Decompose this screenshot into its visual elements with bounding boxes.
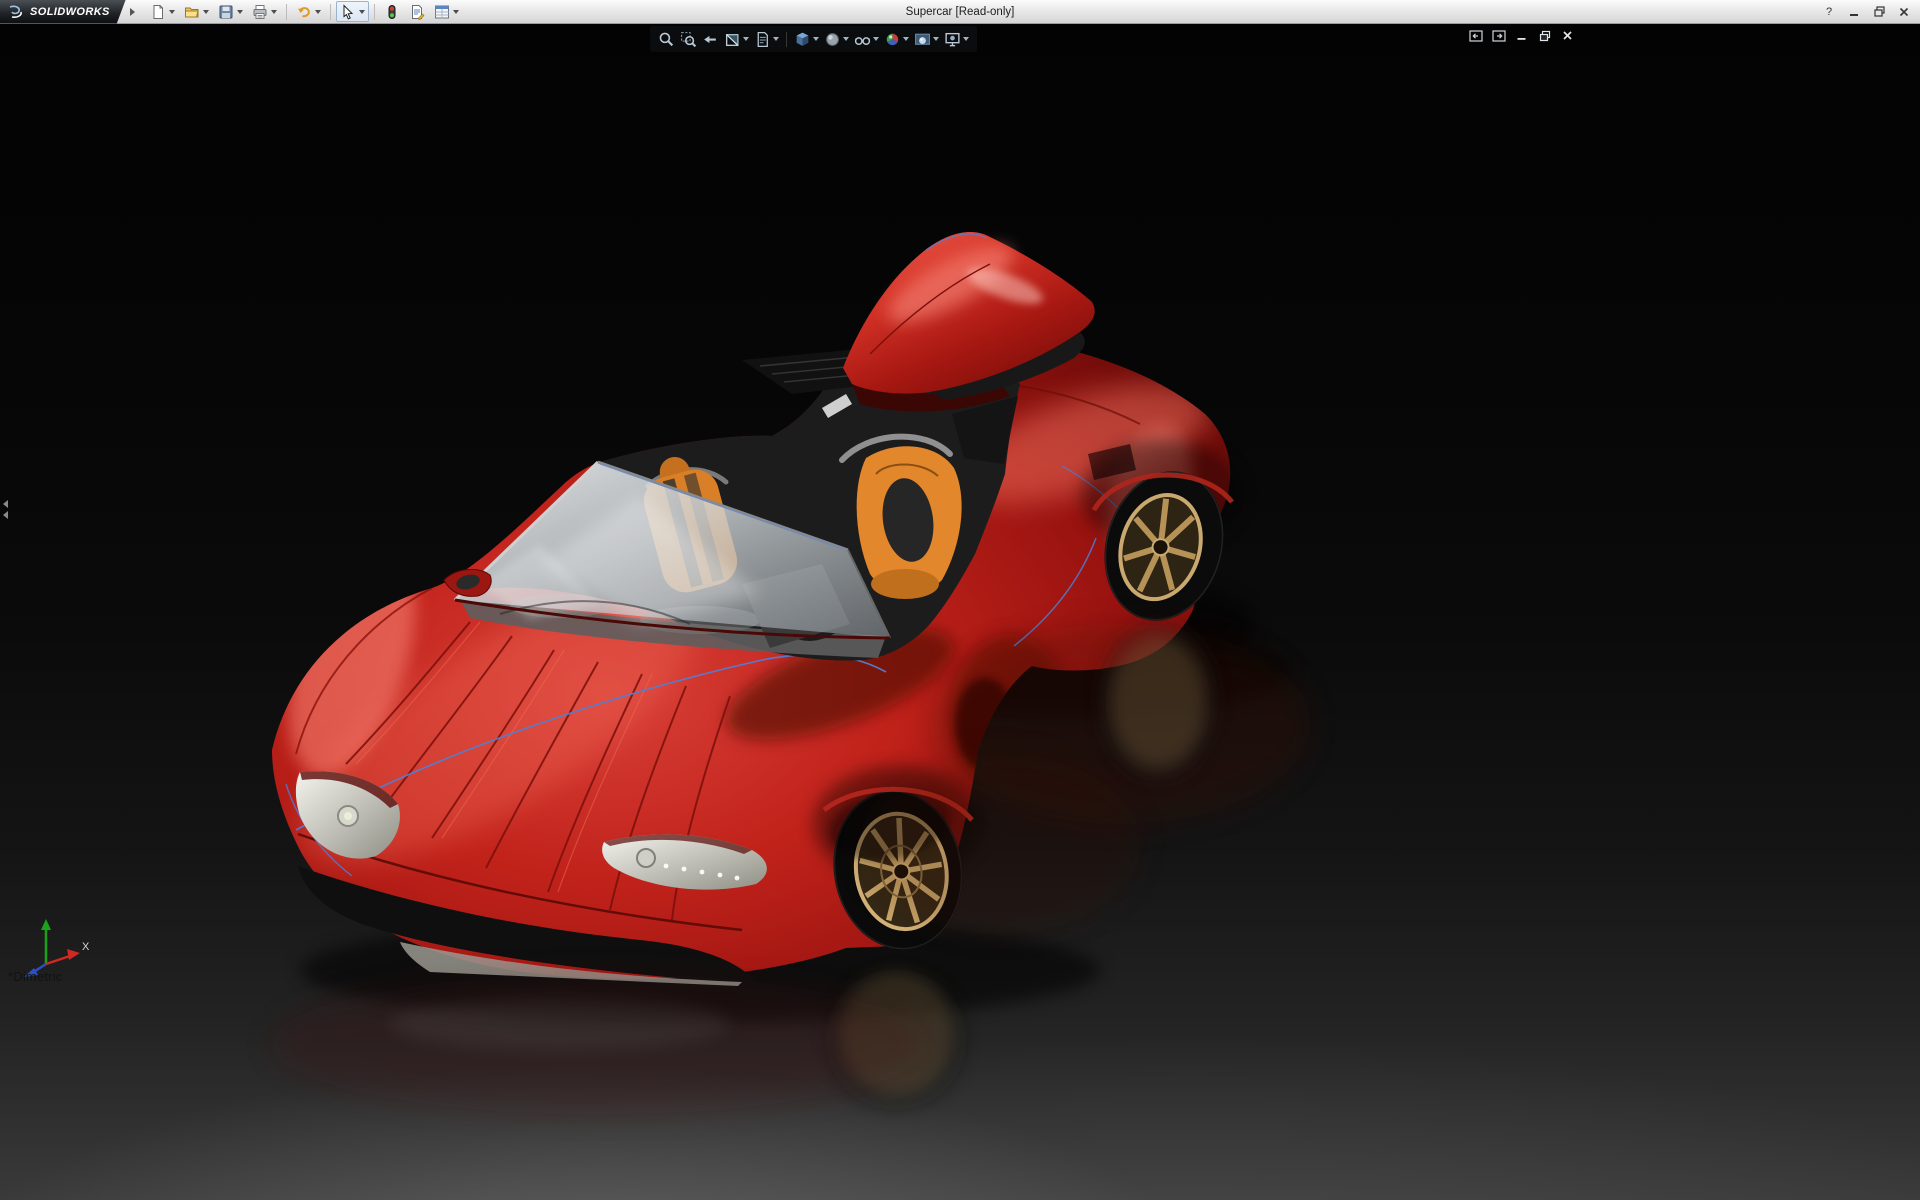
restore-icon [1539,30,1550,41]
apply-scene-button[interactable] [912,28,941,50]
minimize-icon [1850,13,1858,16]
dropdown-arrow-icon [813,37,819,41]
toolbar-separator [373,3,375,20]
dassault-3ds-icon [7,5,25,19]
featuremanager-expand-button[interactable] [0,492,10,526]
hide-show-glasses-icon [854,36,871,45]
previous-view-button[interactable] [700,28,721,50]
restore-icon [1873,6,1885,17]
file-properties-icon [411,4,425,20]
main-toolbar [142,0,463,24]
dropdown-arrow-icon [873,37,879,41]
window-controls: ? [1818,3,1920,21]
apply-scene-icon [915,33,930,45]
dropdown-arrow-icon [314,9,321,14]
window-title: Supercar [Read-only] [905,6,1015,18]
zoom-to-area-button[interactable] [678,28,699,50]
select-button[interactable] [335,1,369,22]
toolbar-separator [786,31,787,47]
dropdown-arrow-icon [452,9,459,14]
dropdown-arrow-icon [358,9,365,14]
graphics-area[interactable]: X *Dimetric [0,24,1920,1200]
open-button[interactable] [180,1,213,22]
dropdown-arrow-icon [202,9,209,14]
minimize-icon [1517,38,1526,40]
solidworks-logo: SOLIDWORKS [0,0,126,24]
toolbar-separator [285,3,287,20]
document-restore-button[interactable] [1535,27,1554,44]
help-button[interactable]: ? [1818,3,1840,21]
brand-text: SOLIDWORKS [30,5,110,18]
orientation-label: *Dimetric [8,969,63,984]
dropdown-arrow-icon [236,9,243,14]
undo-icon [297,6,310,17]
new-document-icon [153,4,163,19]
edit-appearance-button[interactable] [882,28,911,50]
print-icon [253,4,267,19]
close-icon [1563,31,1572,40]
dropdown-arrow-icon [963,37,969,41]
dropdown-arrow-icon [903,37,909,41]
display-style-icon [826,32,839,46]
view-orientation-cube-icon [796,32,809,46]
restore-button[interactable] [1868,3,1890,21]
toolbar-separator [329,3,331,20]
close-button[interactable] [1893,3,1915,21]
display-style-button[interactable] [822,28,851,50]
zoom-to-fit-button[interactable] [656,28,677,50]
annotation-views-button[interactable] [752,28,781,50]
document-close-button[interactable] [1558,27,1577,44]
menu-expand-arrow[interactable] [128,4,138,20]
view-settings-button[interactable] [942,28,971,50]
print-button[interactable] [248,1,281,22]
dropdown-arrow-icon [773,37,779,41]
title-bar: SOLIDWORKS Supercar [Read-only] ? [0,0,1920,24]
headsup-view-toolbar [650,26,977,52]
previous-view-icon [704,35,716,43]
dropdown-arrow-icon [933,37,939,41]
close-icon [1899,7,1909,16]
dropdown-arrow-icon [270,9,277,14]
file-properties-button[interactable] [405,1,429,22]
new-document-button[interactable] [146,1,179,22]
open-folder-icon [184,7,199,17]
previous-document-icon [1468,29,1483,42]
undo-button[interactable] [292,1,325,22]
document-window-controls [1466,27,1577,44]
zoom-to-fit-icon [659,32,674,46]
zoom-to-area-icon [681,31,697,47]
dropdown-arrow-icon [843,37,849,41]
supercar-model[interactable] [0,24,1920,1200]
rebuild-traffic-light-icon [388,4,396,19]
minimize-button[interactable] [1843,3,1865,21]
save-button[interactable] [214,1,247,22]
options-button[interactable] [430,1,463,22]
save-icon [219,5,233,18]
hide-show-items-button[interactable] [852,28,881,50]
rebuild-button[interactable] [380,1,404,22]
dropdown-arrow-icon [743,37,749,41]
section-view-icon [725,33,739,46]
triad-x-label: X [82,941,90,953]
edit-appearance-ball-icon [886,33,899,45]
next-document-icon [1491,29,1506,42]
view-orientation-button[interactable] [792,28,821,50]
annotation-views-icon [757,31,768,47]
view-settings-icon [945,32,960,46]
next-document-button[interactable] [1489,27,1508,44]
select-cursor-icon [343,3,353,19]
document-minimize-button[interactable] [1512,27,1531,44]
section-view-button[interactable] [722,28,751,50]
dropdown-arrow-icon [168,9,175,14]
options-icon [434,5,449,18]
previous-document-button[interactable] [1466,27,1485,44]
